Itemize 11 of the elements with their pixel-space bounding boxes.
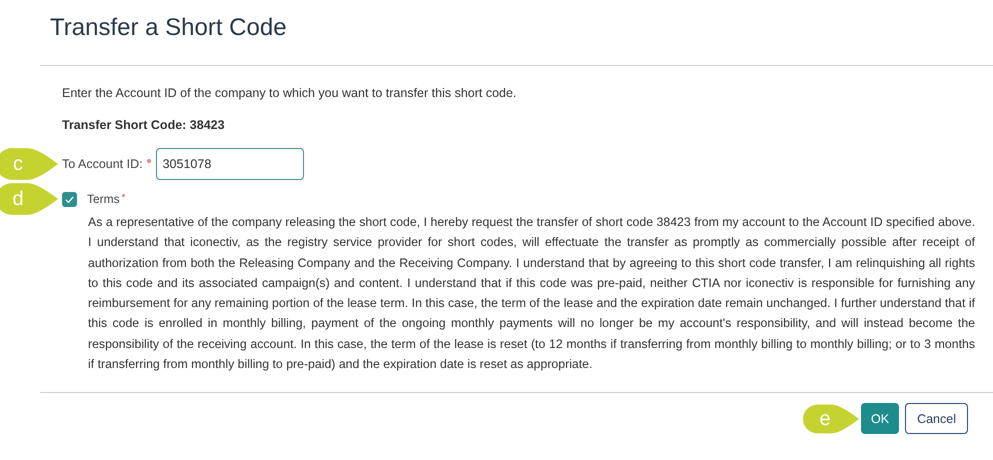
field-label: To Account ID: (62, 157, 143, 171)
callout-marker: e (803, 402, 860, 436)
terms-text: As a representative of the company releasing the short code, I hereby request the transfer of short code 38423 from my account to the Account ID specified above. I understand that iconectiv, as the registry service provider for short codes, will effectuate the transfer as promptly as commercially possible after receipt of authorization from both the Releasing Company and the Receiving Company. I understand that by agreeing to this short code transfer, I am relinquishing all rights to this code and its associated campaign(s) and content. I understand that if this code was pre-paid, neither CTIA nor iconectiv is responsible for furnishing any reimbursement for any remaining portion of the lease term. In this case, the term of the lease and the expiration date remain unchanged. I further understand that if this code is enrolled in monthly billing, payment of the ongoing monthly payments will no longer be my account's responsibility, and will instead become the responsibility of the receiving account. In this case, the term of the lease is reset (to 12 months if transferring from monthly billing to monthly billing; or to 3 months if transferring from monthly billing to pre-paid) and the expiration date is reset as appropriate. (88, 214, 975, 374)
cancel-button[interactable]: Cancel (905, 403, 968, 434)
instruction-text: Enter the Account ID of the company to which you want to transfer this short code. (62, 86, 518, 100)
terms-checkbox[interactable] (62, 192, 77, 206)
dialog-title: Transfer a Short Code (50, 14, 288, 42)
ok-button[interactable]: OK (861, 403, 900, 434)
short-code-label: Transfer Short Code: 38423 (62, 118, 226, 132)
account-id-field[interactable]: 3051078 (156, 148, 304, 180)
terms-label: Terms (87, 192, 120, 206)
